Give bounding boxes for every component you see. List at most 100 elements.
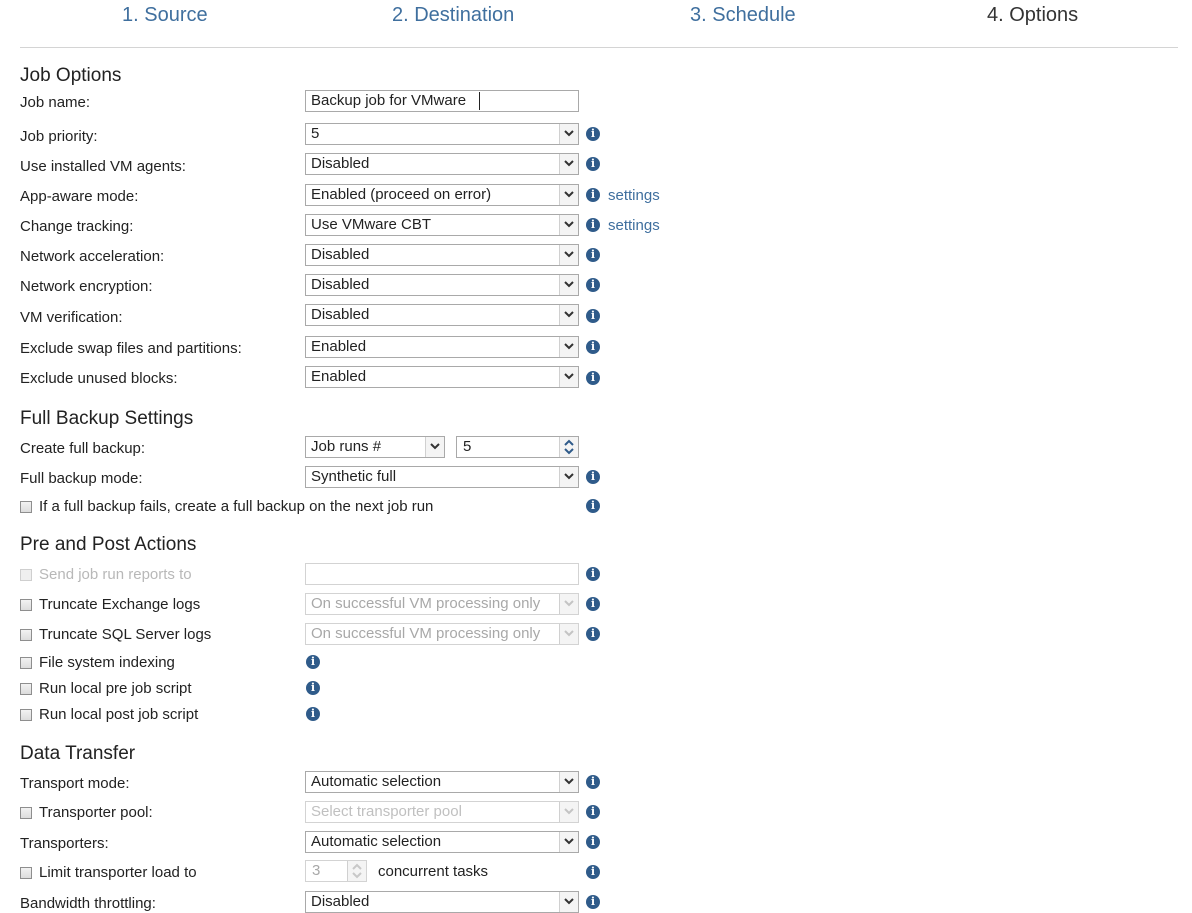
change-tracking-select[interactable]: Use VMware CBT xyxy=(305,214,579,236)
job-name-value: Backup job for VMware xyxy=(311,92,467,109)
pre-script-checkbox[interactable] xyxy=(20,683,32,695)
info-icon[interactable]: i xyxy=(306,681,320,695)
info-icon[interactable]: i xyxy=(586,627,600,641)
truncate-exchange-value: On successful VM processing only xyxy=(311,595,541,612)
transporter-pool-label: Transporter pool: xyxy=(39,804,153,821)
info-icon[interactable]: i xyxy=(586,895,600,909)
full-backup-title: Full Backup Settings xyxy=(20,408,194,429)
chevron-down-icon[interactable] xyxy=(559,367,578,387)
info-icon[interactable]: i xyxy=(586,805,600,819)
create-full-count-spinner[interactable]: 5 xyxy=(456,436,579,458)
network-acceleration-label: Network acceleration: xyxy=(20,248,165,265)
job-priority-select[interactable]: 5 xyxy=(305,123,579,145)
send-reports-label: Send job run reports to xyxy=(39,566,192,583)
info-icon[interactable]: i xyxy=(586,309,600,323)
vm-agents-label: Use installed VM agents: xyxy=(20,158,186,175)
network-acceleration-select[interactable]: Disabled xyxy=(305,244,579,266)
spinner-arrows-icon[interactable] xyxy=(347,861,366,881)
chevron-down-icon[interactable] xyxy=(559,802,578,822)
exclude-swap-select[interactable]: Enabled xyxy=(305,336,579,358)
chevron-down-icon[interactable] xyxy=(559,275,578,295)
truncate-sql-value: On successful VM processing only xyxy=(311,625,541,642)
text-caret xyxy=(479,92,480,110)
pre-post-title: Pre and Post Actions xyxy=(20,534,197,555)
info-icon[interactable]: i xyxy=(586,157,600,171)
chevron-down-icon[interactable] xyxy=(425,437,444,457)
chevron-down-icon[interactable] xyxy=(559,154,578,174)
create-full-mode-value: Job runs # xyxy=(311,438,382,455)
network-encryption-select[interactable]: Disabled xyxy=(305,274,579,296)
info-icon[interactable]: i xyxy=(586,835,600,849)
job-options-title: Job Options xyxy=(20,65,122,86)
exclude-unused-select[interactable]: Enabled xyxy=(305,366,579,388)
limit-load-checkbox[interactable] xyxy=(20,867,32,879)
send-reports-input[interactable] xyxy=(305,563,579,585)
vm-verification-select[interactable]: Disabled xyxy=(305,304,579,326)
info-icon[interactable]: i xyxy=(586,248,600,262)
chevron-down-icon[interactable] xyxy=(559,467,578,487)
post-script-checkbox[interactable] xyxy=(20,709,32,721)
change-tracking-label: Change tracking: xyxy=(20,218,134,235)
tabs-divider xyxy=(20,47,1178,48)
wizard-steps: 1. Source 2. Destination 3. Schedule 4. … xyxy=(0,0,1192,36)
info-icon[interactable]: i xyxy=(586,775,600,789)
tab-options[interactable]: 4. Options xyxy=(987,4,1078,27)
network-acceleration-value: Disabled xyxy=(311,246,370,263)
change-tracking-settings-link[interactable]: settings xyxy=(608,217,660,234)
info-icon[interactable]: i xyxy=(586,499,600,513)
app-aware-label: App-aware mode: xyxy=(20,188,139,205)
info-icon[interactable]: i xyxy=(586,470,600,484)
tab-destination[interactable]: 2. Destination xyxy=(392,4,514,27)
chevron-down-icon[interactable] xyxy=(559,215,578,235)
app-aware-settings-link[interactable]: settings xyxy=(608,187,660,204)
file-indexing-checkbox[interactable] xyxy=(20,657,32,669)
info-icon[interactable]: i xyxy=(586,371,600,385)
vm-agents-select[interactable]: Disabled xyxy=(305,153,579,175)
full-backup-fail-checkbox[interactable] xyxy=(20,501,32,513)
truncate-sql-select[interactable]: On successful VM processing only xyxy=(305,623,579,645)
send-reports-checkbox[interactable] xyxy=(20,569,32,581)
chevron-down-icon[interactable] xyxy=(559,245,578,265)
transport-mode-label: Transport mode: xyxy=(20,775,130,792)
chevron-down-icon[interactable] xyxy=(559,624,578,644)
truncate-exchange-select[interactable]: On successful VM processing only xyxy=(305,593,579,615)
create-full-mode-select[interactable]: Job runs # xyxy=(305,436,445,458)
full-backup-mode-select[interactable]: Synthetic full xyxy=(305,466,579,488)
create-full-count-value: 5 xyxy=(463,438,472,455)
transporters-select[interactable]: Automatic selection xyxy=(305,831,579,853)
bandwidth-throttling-select[interactable]: Disabled xyxy=(305,891,579,913)
tab-source[interactable]: 1. Source xyxy=(122,4,208,27)
info-icon[interactable]: i xyxy=(306,707,320,721)
truncate-sql-checkbox[interactable] xyxy=(20,629,32,641)
chevron-down-icon[interactable] xyxy=(559,305,578,325)
info-icon[interactable]: i xyxy=(586,567,600,581)
limit-load-spinner[interactable]: 3 xyxy=(305,860,367,882)
chevron-down-icon[interactable] xyxy=(559,337,578,357)
transporter-pool-select[interactable]: Select transporter pool xyxy=(305,801,579,823)
info-icon[interactable]: i xyxy=(586,597,600,611)
info-icon[interactable]: i xyxy=(586,865,600,879)
transport-mode-select[interactable]: Automatic selection xyxy=(305,771,579,793)
info-icon[interactable]: i xyxy=(586,218,600,232)
chevron-down-icon[interactable] xyxy=(559,772,578,792)
chevron-down-icon[interactable] xyxy=(559,832,578,852)
info-icon[interactable]: i xyxy=(586,127,600,141)
job-name-input[interactable]: Backup job for VMware xyxy=(305,90,579,112)
chevron-down-icon[interactable] xyxy=(559,124,578,144)
info-icon[interactable]: i xyxy=(306,655,320,669)
chevron-down-icon[interactable] xyxy=(559,185,578,205)
spinner-arrows-icon[interactable] xyxy=(559,437,578,457)
pre-script-label: Run local pre job script xyxy=(39,680,192,697)
app-aware-select[interactable]: Enabled (proceed on error) xyxy=(305,184,579,206)
info-icon[interactable]: i xyxy=(586,188,600,202)
truncate-exchange-checkbox[interactable] xyxy=(20,599,32,611)
chevron-down-icon[interactable] xyxy=(559,892,578,912)
tab-schedule[interactable]: 3. Schedule xyxy=(690,4,796,27)
transporter-pool-checkbox[interactable] xyxy=(20,807,32,819)
post-script-label: Run local post job script xyxy=(39,706,199,723)
info-icon[interactable]: i xyxy=(586,340,600,354)
transporter-pool-placeholder: Select transporter pool xyxy=(311,803,462,820)
info-icon[interactable]: i xyxy=(586,278,600,292)
chevron-down-icon[interactable] xyxy=(559,594,578,614)
vm-verification-value: Disabled xyxy=(311,306,370,323)
